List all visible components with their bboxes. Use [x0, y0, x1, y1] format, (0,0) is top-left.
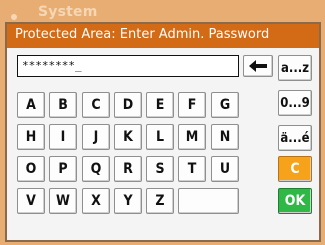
dialog-title: Protected Area: Enter Admin. Password [15, 27, 270, 42]
key-l[interactable]: L [146, 124, 174, 150]
key-o[interactable]: O [17, 156, 45, 182]
backspace-key[interactable] [243, 55, 273, 77]
dialog-header: Protected Area: Enter Admin. Password [7, 24, 319, 48]
key-d[interactable]: D [114, 92, 142, 118]
ok-button[interactable]: OK [278, 188, 312, 214]
key-a[interactable]: A [17, 92, 45, 118]
key-c[interactable]: C [82, 92, 110, 118]
key-m[interactable]: M [178, 124, 206, 150]
key-t[interactable]: T [178, 156, 206, 182]
space-key[interactable] [178, 188, 239, 214]
lowercase-mode-key[interactable]: a...z [278, 55, 312, 81]
key-z[interactable]: Z [146, 188, 174, 214]
key-s[interactable]: S [146, 156, 174, 182]
key-n[interactable]: N [211, 124, 239, 150]
backspace-arrow-icon [249, 60, 267, 72]
key-r[interactable]: R [114, 156, 142, 182]
clear-button[interactable]: C [278, 156, 312, 182]
key-v[interactable]: V [17, 188, 45, 214]
background-title: System [38, 4, 98, 20]
key-w[interactable]: W [49, 188, 77, 214]
key-f[interactable]: F [178, 92, 206, 118]
bullet-icon [11, 14, 17, 20]
key-p[interactable]: P [49, 156, 77, 182]
key-e[interactable]: E [146, 92, 174, 118]
key-q[interactable]: Q [82, 156, 110, 182]
key-y[interactable]: Y [114, 188, 142, 214]
digits-mode-key[interactable]: 0...9 [278, 90, 312, 116]
key-x[interactable]: X [82, 188, 110, 214]
key-i[interactable]: I [49, 124, 77, 150]
key-j[interactable]: J [82, 124, 110, 150]
key-h[interactable]: H [17, 124, 45, 150]
password-input[interactable]: ********_ [17, 55, 239, 77]
key-b[interactable]: B [49, 92, 77, 118]
accents-mode-key[interactable]: ä...é [278, 125, 312, 151]
key-u[interactable]: U [211, 156, 239, 182]
password-dialog: Protected Area: Enter Admin. Password **… [5, 22, 321, 242]
key-k[interactable]: K [114, 124, 142, 150]
key-g[interactable]: G [211, 92, 239, 118]
